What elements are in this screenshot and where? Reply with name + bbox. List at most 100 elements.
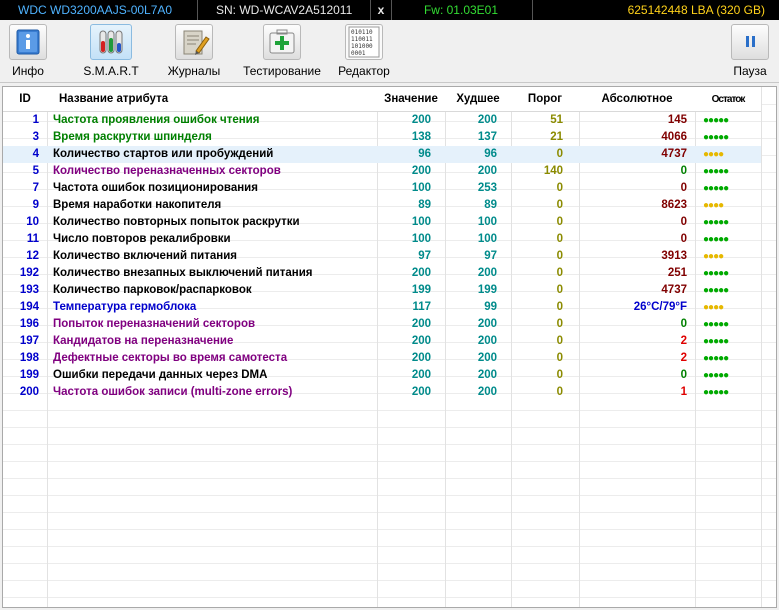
table-row[interactable]: 9 Время наработки накопителя 89 89 0 8623 ●●●● xyxy=(3,197,761,214)
attr-id: 194 xyxy=(19,301,39,313)
table-row[interactable]: 199 Ошибки передачи данных через DMA 200 20… xyxy=(3,367,761,384)
header-value[interactable]: Значение xyxy=(377,87,445,112)
header-absolute[interactable]: Абсолютное xyxy=(579,87,695,112)
binary-line: 110011 xyxy=(351,36,373,43)
attr-value: 200 xyxy=(411,267,431,279)
attr-id: 3 xyxy=(32,131,39,143)
attr-name: Количество внезапных выключений питания xyxy=(53,267,313,279)
drive-info-bar: WDC WD3200AAJS-00L7A0 SN: WD-WCAV2A51201… xyxy=(0,0,779,20)
header-remaining[interactable]: Остаток xyxy=(695,87,761,112)
table-row[interactable]: 193 Количество парковок/распарковок 199 199… xyxy=(3,282,761,299)
attr-worst: 100 xyxy=(477,216,497,228)
attr-remaining-dots: ●●●●● xyxy=(703,336,729,347)
testing-button[interactable]: Тестирование xyxy=(240,24,324,78)
attr-threshold: 0 xyxy=(556,233,563,245)
attr-id: 197 xyxy=(19,335,39,347)
test-tubes-icon xyxy=(90,24,132,60)
smart-attributes: ID Название атрибута Значение Худшее Пор… xyxy=(3,87,761,401)
attr-worst: 200 xyxy=(477,267,497,279)
attr-threshold: 0 xyxy=(511,146,579,163)
header-worst[interactable]: Худшее xyxy=(445,87,511,112)
attr-threshold: 0 xyxy=(556,267,563,279)
smart-table[interactable]: ID Название атрибута Значение Худшее Пор… xyxy=(2,86,777,608)
attr-name: Число повторов рекалибровки xyxy=(53,233,231,245)
attr-value: 97 xyxy=(418,250,431,262)
info-icon xyxy=(9,24,47,60)
attr-absolute: 0 xyxy=(680,318,687,330)
attr-id: 11 xyxy=(26,233,39,245)
attr-value: 200 xyxy=(411,386,431,398)
table-row[interactable]: 7 Частота ошибок позиционирования 100 253 0 0… xyxy=(3,180,761,197)
attr-value: 200 xyxy=(411,318,431,330)
table-row[interactable]: 200 Частота ошибок записи (multi-zone err… xyxy=(3,384,761,401)
attr-threshold: 0 xyxy=(556,369,563,381)
attr-absolute: 8623 xyxy=(661,199,687,211)
pause-button[interactable]: Пауза xyxy=(728,24,772,78)
attr-remaining-dots: ●●●● xyxy=(703,200,724,211)
attr-threshold: 140 xyxy=(543,165,563,177)
attr-value: 89 xyxy=(418,199,431,211)
attr-worst: 89 xyxy=(484,199,497,211)
attr-name: Дефектные секторы во время самотеста xyxy=(53,352,288,364)
drive-serial: SN: WD-WCAV2A512011 xyxy=(216,3,353,17)
attr-threshold: 0 xyxy=(556,182,563,194)
attr-absolute: 4737 xyxy=(661,284,687,296)
header-name[interactable]: Название атрибута xyxy=(47,87,377,112)
info-label: Инфо xyxy=(12,64,44,78)
table-row[interactable]: 12 Количество включений питания 97 97 0 3913 ●… xyxy=(3,248,761,265)
attr-value: 100 xyxy=(411,233,431,245)
binary-editor-icon: 010110 110011 101000 0001 xyxy=(345,24,383,60)
editor-button[interactable]: 010110 110011 101000 0001 Редактор xyxy=(334,24,394,78)
testing-label: Тестирование xyxy=(243,64,321,78)
attr-worst: 200 xyxy=(477,352,497,364)
table-row[interactable]: 4 Количество стартов или пробуждений 96 96 0… xyxy=(3,146,761,163)
attr-name: Попыток переназначений секторов xyxy=(53,318,256,330)
firmware-version: Fw: 01.03E01 xyxy=(390,0,533,20)
attr-absolute: 26°C/79°F xyxy=(633,301,687,313)
attr-value: 200 xyxy=(411,369,431,381)
table-row[interactable]: 192 Количество внезапных выключений питан… xyxy=(3,265,761,282)
table-row[interactable]: 198 Дефектные секторы во время самотеста 2… xyxy=(3,350,761,367)
attr-worst: 137 xyxy=(477,131,497,143)
table-row[interactable]: 1 Частота проявления ошибок чтения 200 200 5… xyxy=(3,112,761,130)
attr-worst: 199 xyxy=(477,284,497,296)
info-button[interactable]: Инфо xyxy=(6,24,50,78)
table-row[interactable]: 11 Число повторов рекалибровки 100 100 0 0 ●●●… xyxy=(3,231,761,248)
drive-model[interactable]: WDC WD3200AAJS-00L7A0 xyxy=(0,0,198,20)
attr-threshold: 0 xyxy=(556,318,563,330)
table-row[interactable]: 5 Количество переназначенных секторов 200 2… xyxy=(3,163,761,180)
attr-remaining-dots: ●●●●● xyxy=(703,183,729,194)
attr-threshold: 0 xyxy=(556,352,563,364)
pause-icon xyxy=(731,24,769,60)
attr-name: Время наработки накопителя xyxy=(53,199,222,211)
table-row[interactable]: 194 Температура гермоблока 117 99 0 26°C/79°F… xyxy=(3,299,761,316)
logs-button[interactable]: Журналы xyxy=(164,24,224,78)
attr-threshold: 21 xyxy=(550,131,563,143)
table-row[interactable]: 197 Кандидатов на переназначение 200 200 0 2 ●… xyxy=(3,333,761,350)
attr-name: Частота проявления ошибок чтения xyxy=(53,114,260,126)
attr-worst: 200 xyxy=(477,386,497,398)
table-row[interactable]: 3 Время раскрутки шпинделя 138 137 21 4066 ●●●… xyxy=(3,129,761,146)
header-id[interactable]: ID xyxy=(3,87,47,112)
first-aid-icon xyxy=(263,24,301,60)
attr-absolute: 1 xyxy=(680,386,687,398)
attr-name: Количество повторных попыток раскрутки xyxy=(53,216,300,228)
attr-worst: 200 xyxy=(477,369,497,381)
header-threshold[interactable]: Порог xyxy=(511,87,579,112)
attr-name: Частота ошибок записи (multi-zone errors… xyxy=(53,386,293,398)
smart-button[interactable]: S.M.A.R.T xyxy=(80,24,142,78)
attr-id: 5 xyxy=(32,165,39,177)
attr-name: Ошибки передачи данных через DMA xyxy=(53,369,268,381)
attr-worst: 200 xyxy=(477,165,497,177)
close-button[interactable]: x xyxy=(370,0,392,20)
attr-id: 4 xyxy=(3,146,47,163)
table-row[interactable]: 196 Попыток переназначений секторов 200 200… xyxy=(3,316,761,333)
attr-absolute: 3913 xyxy=(661,250,687,262)
attr-worst: 200 xyxy=(477,114,497,126)
attr-absolute: 0 xyxy=(680,233,687,245)
attr-remaining-dots: ●●●● xyxy=(695,146,761,163)
table-row[interactable]: 10 Количество повторных попыток раскрутки… xyxy=(3,214,761,231)
attr-absolute: 0 xyxy=(680,182,687,194)
attr-value: 138 xyxy=(411,131,431,143)
attr-value: 100 xyxy=(411,182,431,194)
